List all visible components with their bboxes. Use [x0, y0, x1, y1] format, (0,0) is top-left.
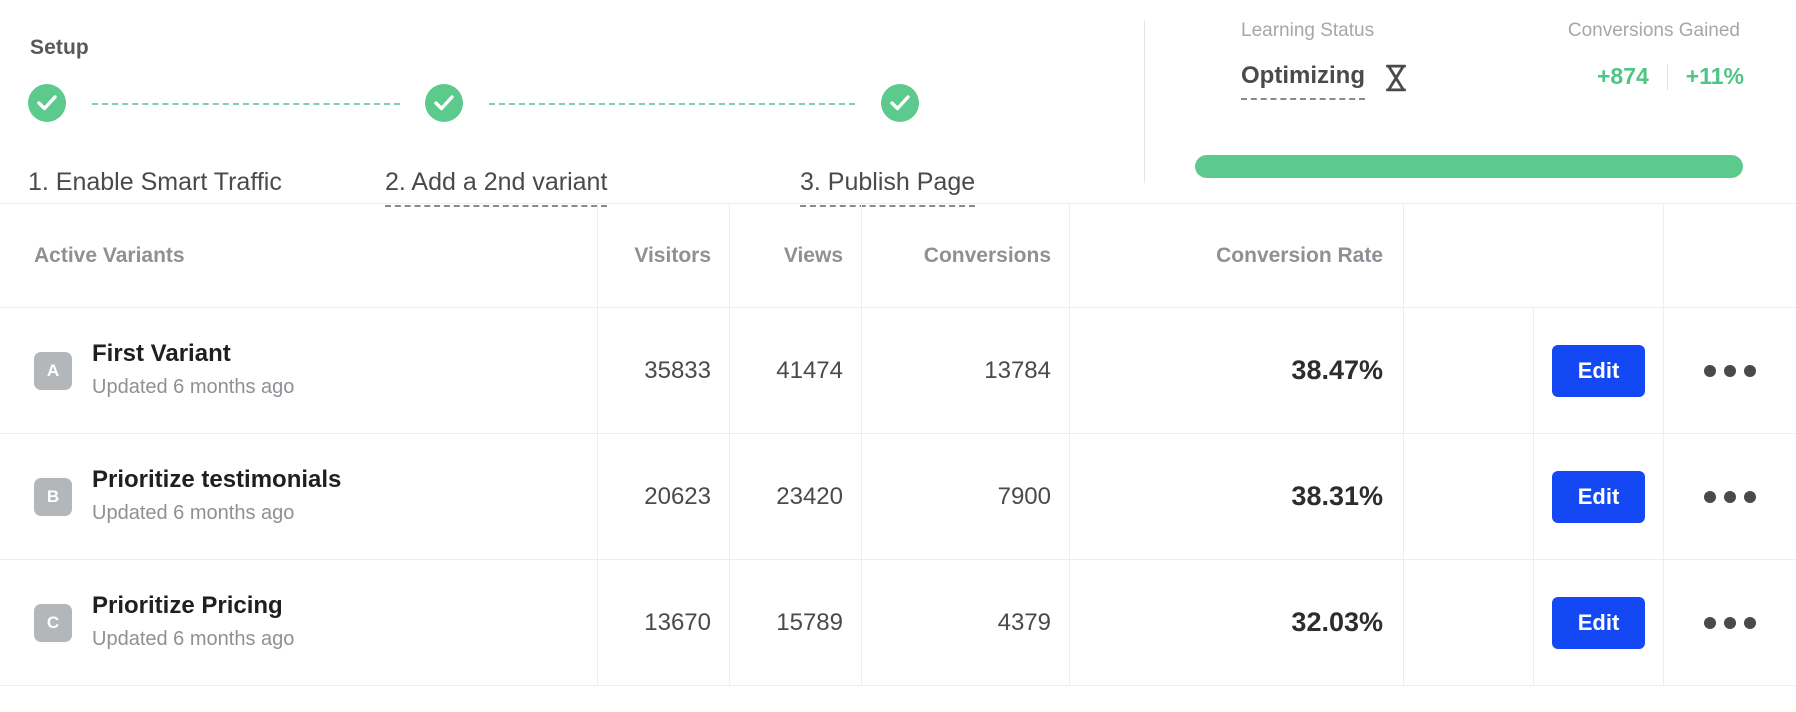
check-icon — [37, 95, 57, 111]
edit-button[interactable]: Edit — [1551, 596, 1646, 649]
conversions-cell: 4379 — [862, 560, 1070, 685]
variant-text: Prioritize testimonials Updated 6 months… — [92, 465, 341, 528]
actions-cell — [1664, 560, 1796, 685]
column-header-visitors: Visitors — [598, 204, 730, 307]
step-label-enable-smart-traffic[interactable]: 1. Enable Smart Traffic — [28, 168, 282, 197]
table-row[interactable]: A First Variant Updated 6 months ago 358… — [0, 308, 1796, 434]
views-cell: 41474 — [730, 308, 862, 433]
column-header-spacer — [1404, 204, 1534, 307]
variants-table: Active Variants Visitors Views Conversio… — [0, 203, 1796, 686]
conversions-gained-label: Conversions Gained — [1567, 20, 1740, 41]
check-icon — [434, 95, 454, 111]
conversion-rate-value: 38.31% — [1291, 481, 1383, 511]
column-header-label: Visitors — [634, 243, 711, 267]
variant-text: Prioritize Pricing Updated 6 months ago — [92, 591, 294, 654]
ellipsis-icon[interactable] — [1698, 359, 1762, 383]
table-row[interactable]: B Prioritize testimonials Updated 6 mont… — [0, 434, 1796, 560]
actions-cell — [1664, 434, 1796, 559]
variant-text: First Variant Updated 6 months ago — [92, 339, 294, 402]
variant-badge: B — [34, 477, 72, 516]
column-header-label: Conversions — [923, 243, 1051, 267]
row-spacer-cell — [1404, 560, 1534, 685]
column-header-label: Conversion Rate — [1216, 243, 1383, 267]
step-1-complete-indicator — [28, 84, 66, 122]
edit-button[interactable]: Edit — [1551, 470, 1646, 523]
variant-updated-label: Updated 6 months ago — [92, 376, 295, 398]
optimization-progress-bar — [1195, 155, 1743, 178]
visitors-value: 35833 — [644, 356, 711, 384]
conversion-rate-cell: 38.31% — [1070, 434, 1404, 559]
variant-name-cell: C Prioritize Pricing Updated 6 months ag… — [0, 560, 598, 685]
visitors-cell: 20623 — [598, 434, 730, 559]
edit-cell: Edit — [1534, 434, 1664, 559]
column-header-actions — [1664, 204, 1796, 307]
conversion-rate-value: 38.47% — [1291, 355, 1383, 385]
views-cell: 23420 — [730, 434, 862, 559]
column-header-label: Active Variants — [34, 243, 185, 267]
column-header-conversion-rate: Conversion Rate — [1070, 204, 1404, 307]
conversion-rate-value: 32.03% — [1291, 607, 1383, 637]
status-captions-row: Learning Status Conversions Gained — [1191, 20, 1744, 48]
edit-cell: Edit — [1534, 560, 1664, 685]
step-connector-1 — [92, 103, 400, 105]
table-header-row: Active Variants Visitors Views Conversio… — [0, 204, 1796, 308]
conversions-value: 4379 — [997, 608, 1051, 636]
views-cell: 15789 — [730, 560, 862, 685]
column-header-views: Views — [730, 204, 862, 307]
views-value: 41474 — [776, 356, 843, 384]
setup-title: Setup — [30, 36, 89, 59]
conversions-cell: 13784 — [862, 308, 1070, 433]
views-value: 23420 — [776, 482, 843, 510]
column-header-active-variants: Active Variants — [0, 204, 598, 307]
variant-name-cell: B Prioritize testimonials Updated 6 mont… — [0, 434, 598, 559]
visitors-cell: 35833 — [598, 308, 730, 433]
step-label-add-2nd-variant[interactable]: 2. Add a 2nd variant — [385, 168, 608, 207]
step-label-publish-page[interactable]: 3. Publish Page — [800, 168, 976, 207]
conversions-gained-value: +874 — [1596, 63, 1649, 89]
variant-name-cell: A First Variant Updated 6 months ago — [0, 308, 598, 433]
setup-panel: Setup 1. Enable Smart Traffic 2. Add a 2… — [0, 0, 1144, 207]
conversion-rate-cell: 38.47% — [1070, 308, 1404, 433]
variant-badge: A — [34, 351, 72, 390]
variant-updated-label: Updated 6 months ago — [92, 628, 295, 650]
conversions-cell: 7900 — [862, 434, 1070, 559]
visitors-cell: 13670 — [598, 560, 730, 685]
learning-status-label: Learning Status — [1241, 20, 1375, 41]
visitors-value: 13670 — [644, 608, 711, 636]
conversions-value: 7900 — [997, 482, 1051, 510]
learning-status-panel: Learning Status Conversions Gained Optim… — [1144, 20, 1744, 183]
column-header-label: Views — [783, 243, 843, 267]
check-icon — [890, 95, 910, 111]
hourglass-icon — [1383, 64, 1409, 92]
setup-progress-steps — [28, 84, 1028, 124]
visitors-value: 20623 — [644, 482, 711, 510]
edit-cell: Edit — [1534, 308, 1664, 433]
table-row[interactable]: C Prioritize Pricing Updated 6 months ag… — [0, 560, 1796, 686]
column-header-edit — [1534, 204, 1664, 307]
step-connector-2 — [489, 103, 855, 105]
actions-cell — [1664, 308, 1796, 433]
step-3-complete-indicator — [881, 84, 919, 122]
conversions-value: 13784 — [984, 356, 1051, 384]
variant-title[interactable]: Prioritize Pricing — [92, 591, 294, 621]
conversion-rate-cell: 32.03% — [1070, 560, 1404, 685]
variant-title[interactable]: First Variant — [92, 339, 294, 369]
status-values-row: Optimizing +874 +11% — [1191, 62, 1744, 118]
variant-badge: C — [34, 603, 72, 642]
ellipsis-icon[interactable] — [1698, 611, 1762, 635]
row-spacer-cell — [1404, 308, 1534, 433]
row-spacer-cell — [1404, 434, 1534, 559]
step-2-complete-indicator — [425, 84, 463, 122]
edit-button[interactable]: Edit — [1551, 344, 1646, 397]
conversions-gained-percent: +11% — [1685, 63, 1744, 89]
conversions-gained-values: +874 +11% — [1597, 63, 1744, 90]
ellipsis-icon[interactable] — [1698, 485, 1762, 509]
optimization-progress-fill — [1195, 155, 1743, 178]
learning-status-value[interactable]: Optimizing — [1241, 62, 1365, 100]
summary-header: Setup 1. Enable Smart Traffic 2. Add a 2… — [0, 0, 1796, 207]
views-value: 15789 — [776, 608, 843, 636]
variant-updated-label: Updated 6 months ago — [92, 502, 295, 524]
column-header-conversions: Conversions — [862, 204, 1070, 307]
variant-title[interactable]: Prioritize testimonials — [92, 465, 341, 495]
